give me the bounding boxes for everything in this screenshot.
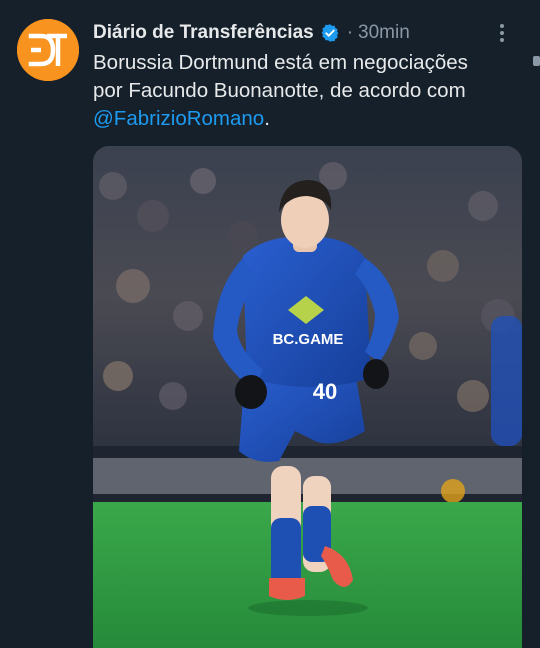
more-options-icon[interactable]	[492, 22, 512, 44]
tweet-media-image[interactable]: BC.GAME 40	[93, 146, 522, 648]
shirt-sponsor: BC.GAME	[273, 331, 344, 348]
mention-link[interactable]: @FabrizioRomano	[93, 107, 264, 130]
scrollbar-thumb[interactable]	[533, 56, 540, 66]
dt-logo-icon	[17, 19, 79, 81]
tweet-text-line1: Borussia Dortmund está em negociações	[93, 51, 468, 74]
author-avatar[interactable]	[17, 19, 79, 81]
separator-dot: ·	[346, 22, 354, 43]
tweet-card[interactable]: Diário de Transferências · 30min Borussi…	[0, 0, 540, 648]
verified-badge-icon	[321, 24, 339, 42]
timestamp[interactable]: 30min	[358, 22, 410, 44]
tweet-text-line2: por Facundo Buonanotte, de acordo com	[93, 79, 466, 102]
footballer-photo: BC.GAME 40	[93, 146, 522, 648]
tweet-header: Diário de Transferências · 30min	[93, 18, 526, 48]
author-name[interactable]: Diário de Transferências	[93, 22, 314, 44]
shirt-number: 40	[313, 379, 337, 404]
tweet-text-suffix: .	[264, 107, 270, 130]
tweet-text: Borussia Dortmund está em negociações po…	[93, 49, 533, 133]
